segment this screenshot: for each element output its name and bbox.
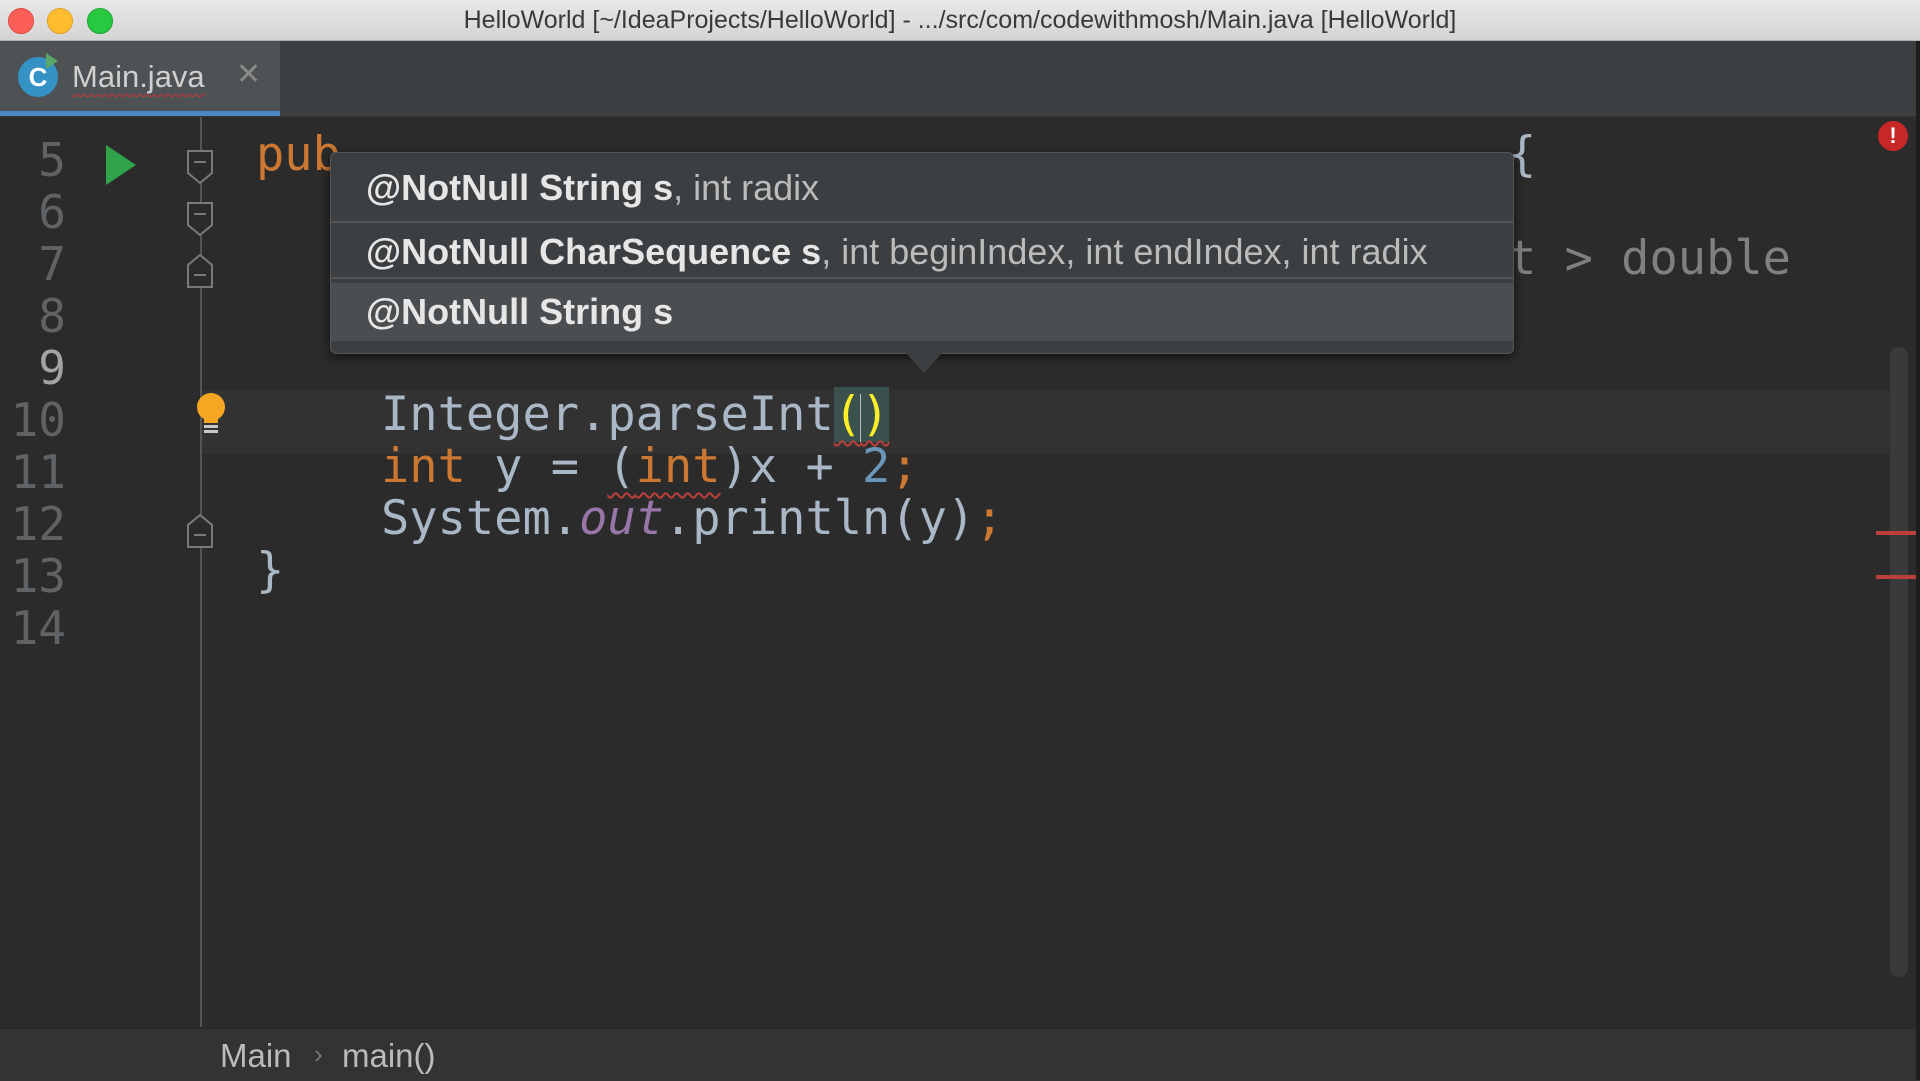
runnable-badge-icon (46, 53, 58, 69)
line-number: 8 (38, 289, 66, 343)
line-number: 10 (10, 393, 66, 447)
code-line-10: int y = (int)x + 2; (381, 439, 919, 494)
line-number: 13 (10, 549, 66, 603)
code-line-5: pub (256, 127, 341, 182)
fold-end-marker-icon[interactable] (186, 253, 214, 289)
parameter-hint-item-selected[interactable]: @NotNull String s (331, 283, 1513, 341)
code-token: ( (607, 439, 636, 494)
code-token: )x + (720, 439, 863, 494)
line-number: 6 (38, 185, 66, 239)
code-token: .println(y) (663, 491, 976, 546)
parameter-hint-bold: @NotNull String s (366, 291, 674, 332)
parameter-hint-bold: @NotNull CharSequence s (366, 231, 822, 272)
close-tab-icon[interactable]: ✕ (236, 57, 261, 92)
code-token: System. (381, 491, 580, 546)
breadcrumb-separator: › (314, 1039, 323, 1069)
window-edge (1916, 41, 1920, 1080)
editor-tab-bar: C Main.java ✕ (0, 41, 1920, 117)
parameter-hint-rest: , int beginIndex, int endIndex, int radi… (821, 231, 1428, 272)
close-paren-token: ) (861, 387, 890, 442)
fold-marker-icon[interactable] (186, 149, 214, 185)
fold-marker-icon[interactable] (186, 201, 214, 237)
breadcrumb: Main › main() (0, 1028, 1920, 1081)
open-paren-token: ( (833, 387, 863, 442)
breadcrumb-item-method[interactable]: main() (342, 1037, 436, 1075)
parameter-hint-rest: , int radix (673, 167, 820, 208)
static-field-token: out (579, 491, 664, 546)
line-number: 7 (38, 237, 66, 291)
parameter-hint-bold: @NotNull String s (366, 167, 674, 208)
semicolon-token: ; (890, 439, 919, 494)
semicolon-token: ; (975, 491, 1004, 546)
breadcrumb-item-class[interactable]: Main (220, 1037, 292, 1075)
lightbulb-icon[interactable] (194, 392, 228, 436)
number-token: 2 (862, 439, 891, 494)
parameter-hint-item[interactable]: @NotNull String s, int radix (331, 159, 1513, 217)
code-line-11: System.out.println(y); (381, 491, 1004, 546)
fold-end-marker-icon[interactable] (186, 513, 214, 549)
parameter-hint-item[interactable]: @NotNull CharSequence s, int beginIndex,… (331, 221, 1513, 279)
error-stripe-mark[interactable] (1876, 531, 1920, 535)
code-line-9: Integer.parseInt() (381, 387, 890, 442)
tab-main-java[interactable]: C Main.java ✕ (0, 41, 280, 116)
error-indicator-icon[interactable]: ! (1878, 121, 1908, 151)
error-squiggle: () (833, 387, 890, 442)
line-number: 5 (38, 133, 66, 187)
code-line-12: } (256, 543, 285, 598)
title-bar: HelloWorld [~/IdeaProjects/HelloWorld] -… (0, 0, 1920, 41)
popup-pointer (906, 353, 942, 373)
keyword-token: pub (256, 127, 341, 182)
parameter-info-popup: @NotNull String s, int radix @NotNull Ch… (330, 152, 1514, 354)
tab-label: Main.java (72, 59, 205, 94)
keyword-token: int (381, 439, 466, 494)
code-token: y = (465, 439, 608, 494)
run-gutter-icon[interactable] (106, 145, 136, 185)
error-stripe-mark[interactable] (1876, 575, 1920, 579)
line-number: 11 (10, 445, 66, 499)
line-number: 14 (10, 601, 66, 655)
vertical-scrollbar[interactable] (1890, 347, 1908, 977)
code-line-7-comment: t > double (1508, 231, 1791, 286)
line-number-current: 9 (38, 341, 66, 395)
method-call-token: Integer.parseInt (381, 387, 834, 442)
window-title: HelloWorld [~/IdeaProjects/HelloWorld] -… (463, 6, 1457, 34)
error-squiggle: (int (607, 439, 720, 494)
line-number: 12 (10, 497, 66, 551)
keyword-token: int (635, 439, 721, 494)
